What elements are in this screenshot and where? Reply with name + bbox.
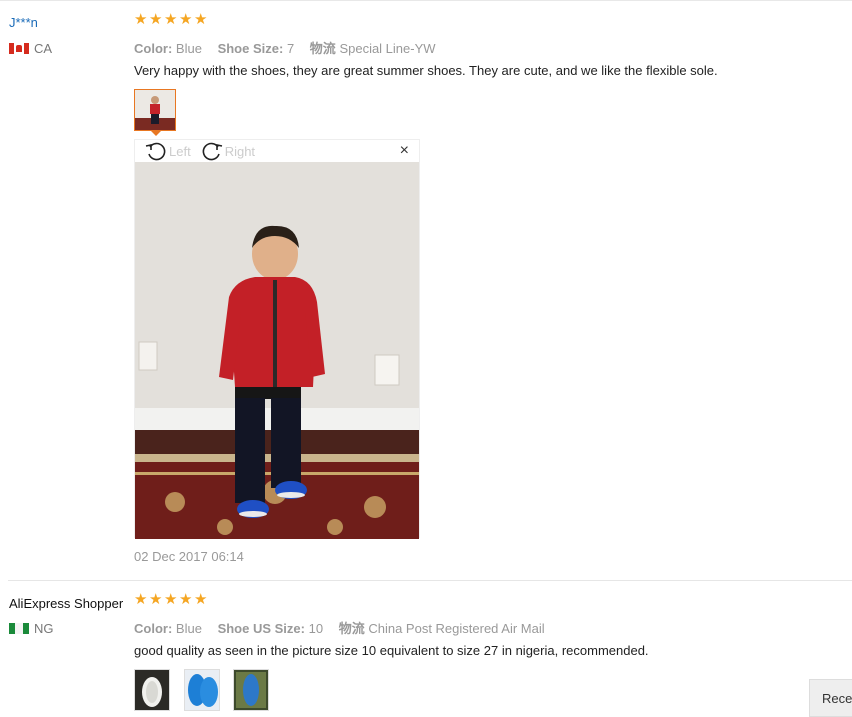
top-divider [0,0,852,1]
attr-color-label: Color: [134,41,173,56]
attr-size-label: Shoe US Size: [217,621,305,636]
attr-shipping-value: China Post Registered Air Mail [368,621,545,636]
attr-shipping-value: Special Line-YW [339,41,436,56]
star-icon: ★ [179,11,193,28]
rotate-left-icon [145,142,166,161]
order-attributes: Color: Blue Shoe US Size: 10 物流 China Po… [134,618,557,637]
attr-size-value: 7 [286,41,295,56]
star-icon: ★ [194,11,208,28]
review-photo-large [135,162,419,539]
review-text: Very happy with the shoes, they are grea… [134,63,718,78]
attr-size-value: 10 [308,621,324,636]
star-icon: ★ [134,591,148,608]
nigeria-flag-icon [9,623,29,634]
review-photo-thumbnail[interactable] [134,89,176,131]
country-code: CA [34,41,53,56]
canada-flag-icon [9,43,29,54]
rotate-left-button[interactable]: Left [145,141,191,161]
review-photo-thumbnail[interactable] [134,669,170,711]
star-icon: ★ [134,11,148,28]
reviewer-country: CA [9,41,52,56]
reviewer-name[interactable]: J***n [9,15,38,30]
star-icon: ★ [179,591,193,608]
review-item: AliExpress Shopper NG ★ ★ ★ ★ ★ Color: B… [0,588,852,717]
attr-shipping-label: 物流 [309,41,336,56]
rotate-right-button[interactable]: Right [201,141,255,161]
order-attributes: Color: Blue Shoe Size: 7 物流 Special Line… [134,38,448,57]
reviewer-name: AliExpress Shopper [9,596,124,611]
attr-color-value: Blue [175,41,202,56]
close-icon[interactable]: × [400,143,409,159]
review-text: good quality as seen in the picture size… [134,643,649,658]
attr-size-label: Shoe Size: [217,41,284,56]
attr-color-value: Blue [175,621,202,636]
star-icon: ★ [149,11,163,28]
review-photo-thumbnail[interactable] [233,669,269,711]
star-rating: ★ ★ ★ ★ ★ [134,11,208,28]
rotate-left-label: Left [169,143,191,159]
recent-button[interactable]: Rece [809,679,852,717]
attr-shipping-label: 物流 [338,621,365,636]
review-divider [8,580,852,581]
reviewer-country: NG [9,621,54,636]
review-date: 02 Dec 2017 06:14 [134,549,244,564]
star-rating: ★ ★ ★ ★ ★ [134,591,208,608]
viewer-toolbar: Left Right × [135,140,419,162]
review-item: J***n CA ★ ★ ★ ★ ★ Color: Blue Shoe Size… [0,8,852,578]
star-icon: ★ [194,591,208,608]
review-photo-thumbnail[interactable] [184,669,220,711]
star-icon: ★ [164,11,178,28]
country-code: NG [34,621,54,636]
star-icon: ★ [164,591,178,608]
rotate-right-label: Right [224,143,256,159]
star-icon: ★ [149,591,163,608]
rotate-right-icon [202,142,222,161]
thumbnail-pointer [150,130,162,136]
photo-viewer: Left Right × [134,139,420,539]
attr-color-label: Color: [134,621,173,636]
